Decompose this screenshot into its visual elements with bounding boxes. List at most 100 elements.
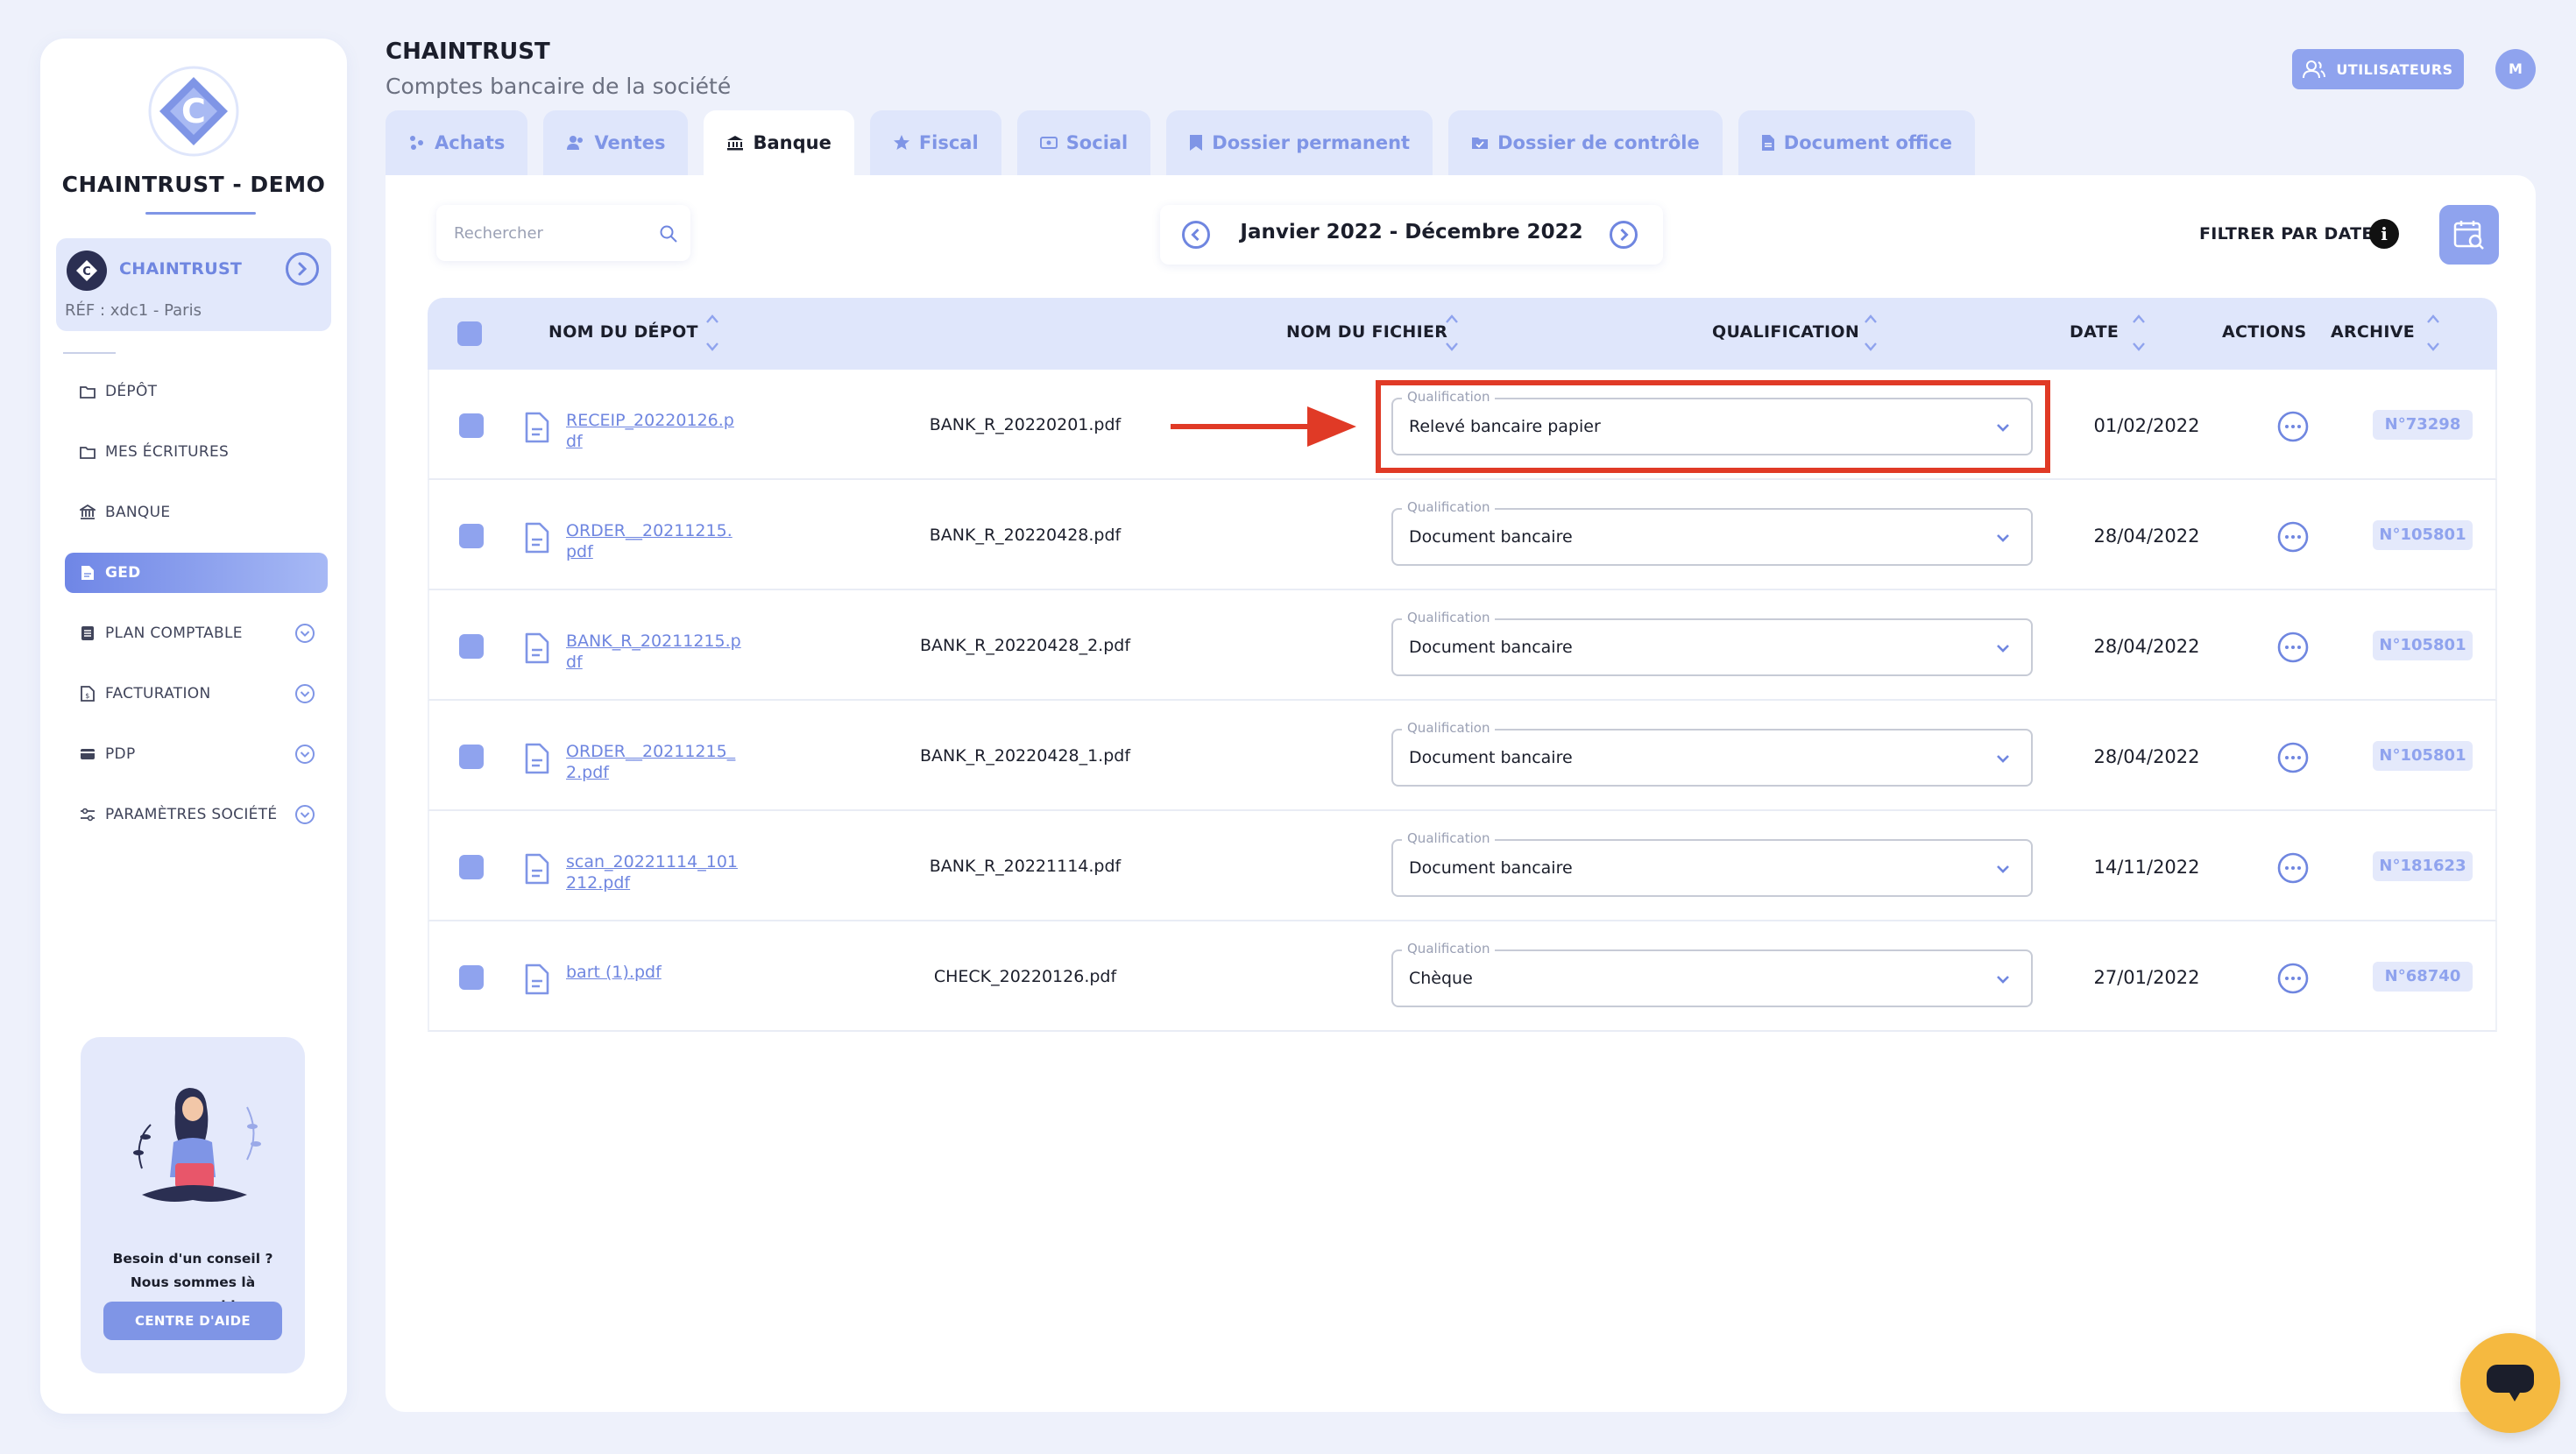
qualification-select[interactable]: Qualification Relevé bancaire papier <box>1391 389 2033 455</box>
search-input[interactable] <box>454 205 647 261</box>
tab-label: Achats <box>435 132 506 153</box>
column-header-deposit: NOM DU DÉPOT <box>548 322 698 342</box>
more-actions-icon[interactable] <box>2276 741 2310 774</box>
deposit-link[interactable]: bart (1).pdf <box>566 962 741 983</box>
card-icon <box>79 745 96 763</box>
search-icon[interactable] <box>659 224 678 244</box>
column-header-file: NOM DU FICHIER <box>1286 322 1448 342</box>
sort-icon[interactable] <box>2131 310 2147 356</box>
deposit-link[interactable]: ORDER__20211215.pdf <box>566 520 741 562</box>
sidebar-item-ged[interactable]: GED <box>65 553 328 593</box>
sidebar-item-mes-ecritures[interactable]: MES ÉCRITURES <box>65 432 328 472</box>
sidebar-item-pdp[interactable]: PDP <box>65 734 328 774</box>
archive-badge[interactable]: N°181623 <box>2373 851 2473 881</box>
sidebar-item-facturation[interactable]: $ FACTURATION <box>65 674 328 714</box>
archive-badge[interactable]: N°73298 <box>2373 410 2473 440</box>
more-actions-icon[interactable] <box>2276 520 2310 554</box>
user-avatar[interactable]: M <box>2495 49 2536 89</box>
company-name-underline <box>145 212 256 215</box>
more-actions-icon[interactable] <box>2276 410 2310 443</box>
chevron-down-icon[interactable] <box>294 623 315 644</box>
pdf-file-icon <box>525 743 549 774</box>
row-checkbox[interactable] <box>459 634 484 659</box>
column-header-qualification: QUALIFICATION <box>1712 322 1860 342</box>
sidebar-item-label: PLAN COMPTABLE <box>105 625 243 642</box>
row-checkbox[interactable] <box>459 413 484 438</box>
tab-achats[interactable]: Achats <box>386 110 528 175</box>
column-header-date: DATE <box>2070 322 2120 342</box>
row-checkbox[interactable] <box>459 855 484 879</box>
chevron-down-icon[interactable] <box>294 683 315 704</box>
qualification-select[interactable]: Qualification Document bancaire <box>1391 499 2033 566</box>
sidebar-item-label: BANQUE <box>105 504 171 521</box>
qualification-value: Document bancaire <box>1409 638 1573 657</box>
select-all-checkbox[interactable] <box>457 321 482 346</box>
deposit-link[interactable]: scan_20221114_101212.pdf <box>566 851 741 893</box>
row-checkbox[interactable] <box>459 524 484 548</box>
tab-social[interactable]: Social <box>1016 110 1151 175</box>
company-card-name: CHAINTRUST <box>119 259 243 279</box>
table-row: ORDER__20211215_2.pdf BANK_R_20220428_1.… <box>428 701 2497 811</box>
documents-table: NOM DU DÉPOT NOM DU FICHIER QUALIFICATIO… <box>428 298 2497 1032</box>
qualification-select[interactable]: Qualification Document bancaire <box>1391 610 2033 676</box>
sort-icon[interactable] <box>2425 310 2441 356</box>
table-row: bart (1).pdf CHECK_20220126.pdf Qualific… <box>428 921 2497 1032</box>
chevron-right-icon[interactable] <box>1609 220 1638 250</box>
tab-ventes[interactable]: Ventes <box>543 110 689 175</box>
archive-badge[interactable]: N°105801 <box>2373 520 2473 550</box>
tab-document-office[interactable]: Document office <box>1737 110 1975 175</box>
company-card[interactable]: C CHAINTRUST RÉF : xdc1 - Paris <box>56 238 331 331</box>
file-icon <box>1761 134 1775 152</box>
users-button[interactable]: UTILISATEURS <box>2292 49 2464 89</box>
file-name: BANK_R_20220428_2.pdf <box>919 636 1131 655</box>
sidebar-item-banque[interactable]: BANQUE <box>65 492 328 533</box>
tab-dossier-permanent[interactable]: Dossier permanent <box>1166 110 1433 175</box>
row-checkbox[interactable] <box>459 745 484 769</box>
chaintrust-small-logo-icon: C <box>76 260 97 281</box>
column-header-actions: ACTIONS <box>2222 322 2307 342</box>
sidebar-item-plan-comptable[interactable]: PLAN COMPTABLE <box>65 613 328 653</box>
sort-icon[interactable] <box>1444 310 1460 356</box>
pdf-file-icon <box>525 412 549 443</box>
company-card-go-icon[interactable] <box>286 252 319 286</box>
archive-badge[interactable]: N°105801 <box>2373 741 2473 771</box>
tab-fiscal[interactable]: Fiscal <box>869 110 1001 175</box>
deposit-link[interactable]: BANK_R_20211215.pdf <box>566 631 741 673</box>
search-box <box>436 205 690 261</box>
chat-bubble-icon <box>2487 1365 2534 1401</box>
row-checkbox[interactable] <box>459 965 484 990</box>
users-icon <box>566 135 585 151</box>
tab-dossier-de-controle[interactable]: Dossier de contrôle <box>1448 110 1723 175</box>
qualification-select[interactable]: Qualification Chèque <box>1391 941 2033 1007</box>
chevron-down-icon[interactable] <box>294 744 315 765</box>
more-actions-icon[interactable] <box>2276 851 2310 885</box>
sort-icon[interactable] <box>704 310 720 356</box>
tab-label: Fiscal <box>918 132 979 153</box>
calendar-search-button[interactable] <box>2439 205 2499 265</box>
qualification-value: Relevé bancaire papier <box>1409 417 1601 436</box>
sort-icon[interactable] <box>1863 310 1879 356</box>
qualification-label: Qualification <box>1402 610 1496 625</box>
deposit-link[interactable]: ORDER__20211215_2.pdf <box>566 741 741 783</box>
chevron-down-icon[interactable] <box>294 804 315 825</box>
company-card-ref: RÉF : xdc1 - Paris <box>65 301 202 320</box>
table-row: ORDER__20211215.pdf BANK_R_20220428.pdf … <box>428 480 2497 590</box>
more-actions-icon[interactable] <box>2276 962 2310 995</box>
sidebar-item-depot[interactable]: DÉPÔT <box>65 371 328 412</box>
qualification-value: Document bancaire <box>1409 748 1573 767</box>
deposit-link[interactable]: RECEIP_20220126.pdf <box>566 410 741 452</box>
company-name: CHAINTRUST - DEMO <box>61 172 326 197</box>
archive-badge[interactable]: N°68740 <box>2373 962 2473 992</box>
pdf-file-icon <box>525 963 549 995</box>
tab-banque[interactable]: Banque <box>704 110 854 175</box>
meditating-woman-illustration-icon <box>133 1088 261 1202</box>
archive-badge[interactable]: N°105801 <box>2373 631 2473 660</box>
qualification-select[interactable]: Qualification Document bancaire <box>1391 720 2033 787</box>
help-center-button[interactable]: CENTRE D'AIDE <box>103 1302 282 1340</box>
info-icon[interactable]: i <box>2369 219 2399 249</box>
more-actions-icon[interactable] <box>2276 631 2310 664</box>
qualification-select[interactable]: Qualification Document bancaire <box>1391 830 2033 897</box>
sidebar-item-parametres-societe[interactable]: PARAMÈTRES SOCIÉTÉ <box>65 794 328 835</box>
chevron-down-icon <box>1997 645 2009 653</box>
chat-button[interactable] <box>2460 1333 2560 1433</box>
